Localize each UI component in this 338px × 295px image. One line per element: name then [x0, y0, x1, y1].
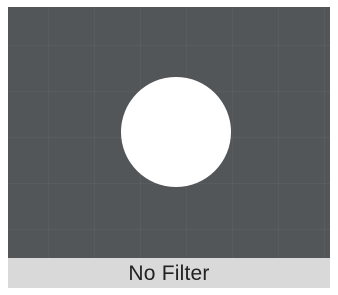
circle-shape — [121, 77, 231, 187]
filter-label-bar: No Filter — [8, 258, 330, 288]
filter-preview-canvas — [8, 7, 330, 258]
filter-preview-card[interactable]: No Filter — [8, 7, 330, 288]
filter-name-label: No Filter — [128, 261, 210, 285]
